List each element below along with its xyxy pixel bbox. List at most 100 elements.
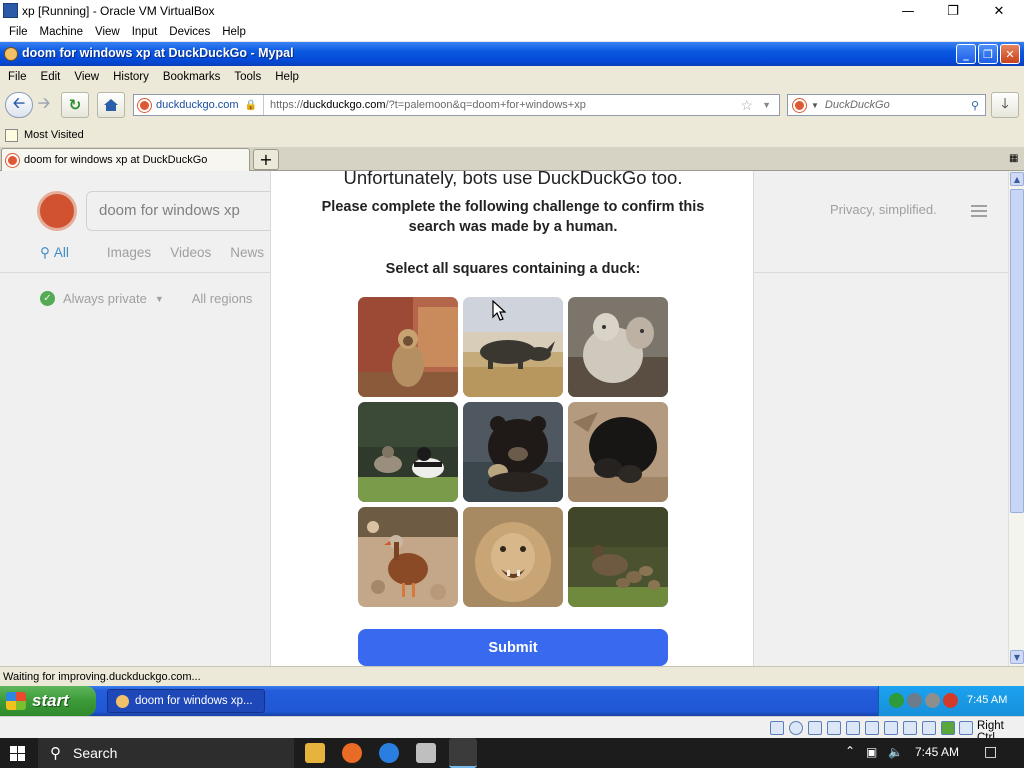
firefox-icon[interactable] xyxy=(342,743,362,763)
duckduckgo-favicon-icon xyxy=(138,98,151,112)
new-tab-button[interactable]: + xyxy=(253,149,279,170)
menu-help[interactable]: Help xyxy=(275,71,299,83)
taskbar-task-label: doom for windows xp... xyxy=(135,695,253,707)
grid-cell-bear-cubs[interactable] xyxy=(568,402,668,502)
grid-cell-ducks[interactable] xyxy=(358,402,458,502)
tray-network-icon[interactable] xyxy=(889,693,904,708)
windows-start-icon[interactable] xyxy=(10,746,25,761)
vbox-menu-machine[interactable]: Machine xyxy=(40,26,83,38)
home-icon xyxy=(104,99,118,111)
close-button[interactable]: ✕ xyxy=(976,0,1022,22)
hdd-indicator-icon[interactable] xyxy=(770,721,784,735)
grid-cell-ducklings[interactable] xyxy=(568,507,668,607)
host-search-box[interactable]: ⚲ Search xyxy=(38,738,294,768)
menu-bookmarks[interactable]: Bookmarks xyxy=(163,71,221,83)
url-scheme: https:// xyxy=(270,99,304,111)
shared-folders-icon[interactable] xyxy=(865,721,879,735)
tab-list-icon[interactable]: ▦ xyxy=(1009,153,1018,164)
grid-cell-lion[interactable] xyxy=(463,507,563,607)
lock-icon: 🔒 xyxy=(244,99,257,111)
menu-tools[interactable]: Tools xyxy=(234,71,261,83)
notification-icon[interactable]: □ xyxy=(984,744,997,760)
optical-drive-icon[interactable] xyxy=(789,721,803,735)
tray-settings-icon[interactable] xyxy=(925,693,940,708)
menu-edit[interactable]: Edit xyxy=(41,71,61,83)
submit-button[interactable]: Submit xyxy=(358,629,668,666)
host-taskbar: ⚲ Search ⌃ ▣ 🔈 7:45 AM □ xyxy=(0,738,1024,768)
host-clock: 7:45 AM xyxy=(915,745,960,759)
windows-flag-icon xyxy=(6,692,26,710)
network-indicator-icon[interactable] xyxy=(827,721,841,735)
vbox-menu-bar: File Machine View Input Devices Help xyxy=(0,22,1024,42)
search-engine-dropdown-icon[interactable]: ▼ xyxy=(811,101,819,110)
site-identity-button[interactable]: duckduckgo.com 🔒 xyxy=(134,95,264,115)
address-bar[interactable]: duckduckgo.com 🔒 https://duckduckgo.com/… xyxy=(133,94,780,116)
chrome-icon[interactable] xyxy=(379,743,399,763)
page-scrollbar[interactable]: ▲ ▼ xyxy=(1008,171,1024,666)
grid-cell-rhino[interactable] xyxy=(463,297,563,397)
network-icon[interactable]: ▣ xyxy=(866,745,877,759)
restore-button[interactable]: ❐ xyxy=(930,0,976,22)
challenge-image-grid xyxy=(358,297,668,607)
cpu-indicator-icon[interactable] xyxy=(922,721,936,735)
audio-indicator-icon[interactable] xyxy=(808,721,822,735)
search-engine-icon[interactable] xyxy=(793,98,806,112)
tab-active[interactable]: doom for windows xp at DuckDuckGo xyxy=(1,148,250,171)
ducklings-image xyxy=(568,507,668,607)
menu-history[interactable]: History xyxy=(113,71,149,83)
browser-minimize-button[interactable]: _ xyxy=(956,44,976,64)
grid-cell-monkey[interactable] xyxy=(358,297,458,397)
menu-file[interactable]: File xyxy=(8,71,27,83)
file-explorer-icon[interactable] xyxy=(305,743,325,763)
home-button[interactable] xyxy=(97,92,125,118)
minimize-button[interactable]: — xyxy=(885,0,931,22)
scroll-down-icon[interactable]: ▼ xyxy=(1010,650,1024,664)
challenge-task: Select all squares containing a duck: xyxy=(385,261,641,277)
grid-cell-whistling-duck[interactable] xyxy=(358,507,458,607)
menu-view[interactable]: View xyxy=(74,71,99,83)
chevron-up-icon[interactable]: ⌃ xyxy=(845,744,855,758)
bookmark-star-icon[interactable]: ☆ xyxy=(740,97,753,114)
search-icon: ⚲ xyxy=(50,745,61,762)
browser-restore-button[interactable]: ❐ xyxy=(978,44,998,64)
reload-button[interactable]: ↻ xyxy=(61,92,89,118)
challenge-heading: Unfortunately, bots use DuckDuckGo too. xyxy=(343,171,683,188)
ducks-image xyxy=(358,402,458,502)
vbox-status-bar: Right Ctrl xyxy=(0,716,1024,744)
search-bar[interactable]: ▼ DuckDuckGo ⚲ xyxy=(787,94,986,116)
virtualbox-taskbar-icon[interactable] xyxy=(449,738,477,768)
vbox-menu-file[interactable]: File xyxy=(9,26,28,38)
vbox-menu-help[interactable]: Help xyxy=(222,26,246,38)
site-identity-label: duckduckgo.com xyxy=(156,99,239,111)
scroll-thumb[interactable] xyxy=(1010,189,1024,513)
display-indicator-icon[interactable] xyxy=(884,721,898,735)
url-dropdown-icon[interactable]: ▼ xyxy=(762,100,771,110)
search-icon[interactable]: ⚲ xyxy=(971,99,979,112)
vbox-menu-input[interactable]: Input xyxy=(132,26,158,38)
bookmark-most-visited[interactable]: Most Visited xyxy=(24,129,84,141)
taskbar-task-browser[interactable]: doom for windows xp... xyxy=(107,689,265,713)
back-button[interactable]: 🡠 xyxy=(5,92,33,118)
vbox-menu-view[interactable]: View xyxy=(95,26,120,38)
volume-muted-icon[interactable]: 🔈 xyxy=(888,745,903,759)
grid-cell-bear-duckling[interactable] xyxy=(463,402,563,502)
forward-button[interactable]: 🡢 xyxy=(34,92,54,118)
vt-x-indicator-icon[interactable] xyxy=(941,721,955,735)
browser-window-title: doom for windows xp at DuckDuckGo - Mypa… xyxy=(22,46,294,60)
mouse-integration-icon[interactable] xyxy=(959,721,973,735)
xp-start-button[interactable]: start xyxy=(0,686,96,716)
grid-cell-wolves[interactable] xyxy=(568,297,668,397)
vbox-menu-devices[interactable]: Devices xyxy=(169,26,210,38)
browser-close-button[interactable]: ✕ xyxy=(1000,44,1020,64)
cube-app-icon[interactable] xyxy=(416,743,436,763)
browser-title-bar: doom for windows xp at DuckDuckGo - Mypa… xyxy=(0,42,1024,66)
tray-volume-icon[interactable] xyxy=(907,693,922,708)
scroll-up-icon[interactable]: ▲ xyxy=(1010,172,1024,186)
tray-security-icon[interactable] xyxy=(943,693,958,708)
download-button[interactable]: 🡓 xyxy=(991,92,1019,118)
usb-indicator-icon[interactable] xyxy=(846,721,860,735)
xp-system-tray: 7:45 AM xyxy=(878,686,1024,716)
rhino-image xyxy=(463,297,563,397)
virtualbox-icon xyxy=(3,3,18,18)
video-capture-icon[interactable] xyxy=(903,721,917,735)
